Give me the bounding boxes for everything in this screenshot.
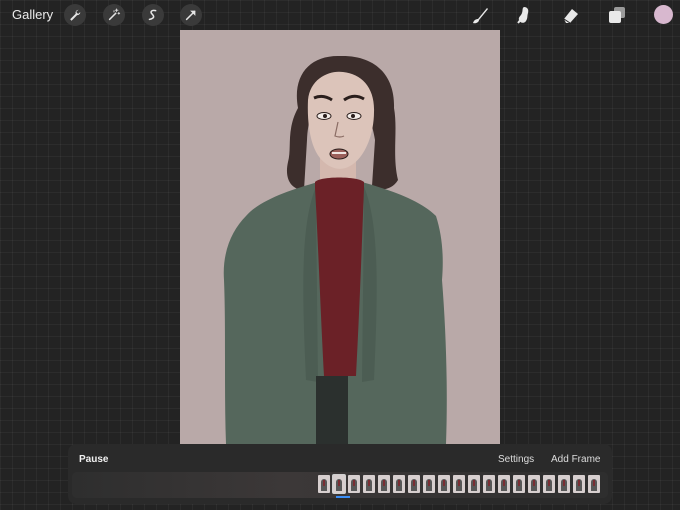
pause-button[interactable]: Pause — [79, 454, 108, 465]
frame-thumbnail[interactable] — [408, 475, 420, 493]
magic-wand-icon[interactable] — [103, 4, 125, 26]
frame-figure-preview — [516, 479, 522, 491]
smudge-icon[interactable] — [513, 4, 535, 26]
frame-thumbnail[interactable] — [573, 475, 585, 493]
frame-figure-preview — [456, 479, 462, 491]
frame-thumbnail[interactable] — [378, 475, 390, 493]
frame-figure-preview — [411, 479, 417, 491]
frame-thumbnail[interactable] — [543, 475, 555, 493]
frame-figure-preview — [426, 479, 432, 491]
frame-figure-preview — [591, 479, 597, 491]
color-picker-swatch[interactable] — [654, 5, 673, 24]
frame-figure-preview — [321, 479, 327, 491]
frame-thumbnail[interactable] — [483, 475, 495, 493]
frame-figure-preview — [561, 479, 567, 491]
frame-figure-preview — [441, 479, 447, 491]
frame-thumbnail[interactable] — [468, 475, 480, 493]
frame-figure-preview — [381, 479, 387, 491]
selection-icon[interactable] — [142, 4, 164, 26]
frame-thumbnail[interactable] — [513, 475, 525, 493]
frame-thumbnail[interactable] — [318, 475, 330, 493]
layers-icon[interactable] — [606, 4, 628, 26]
top-toolbar: Gallery — [0, 0, 680, 30]
frame-thumbnail[interactable] — [498, 475, 510, 493]
add-frame-button[interactable]: Add Frame — [551, 454, 600, 465]
artwork — [223, 55, 447, 444]
frame-thumbnail[interactable] — [558, 475, 570, 493]
settings-button[interactable]: Settings — [498, 454, 534, 465]
frame-thumbnail[interactable] — [348, 475, 360, 493]
frame-figure-preview — [546, 479, 552, 491]
frame-thumbnail[interactable] — [438, 475, 450, 493]
frame-figure-preview — [576, 479, 582, 491]
drawing-canvas[interactable] — [180, 30, 500, 444]
frame-figure-preview — [351, 479, 357, 491]
frame-figure-preview — [396, 479, 402, 491]
frame-thumbnail[interactable] — [363, 475, 375, 493]
frame-thumbnail[interactable] — [423, 475, 435, 493]
frame-figure-preview — [336, 479, 342, 491]
wrench-icon[interactable] — [64, 4, 86, 26]
frame-figure-preview — [486, 479, 492, 491]
frame-thumbnail[interactable] — [393, 475, 405, 493]
frame-thumbnail[interactable] — [333, 475, 345, 493]
frame-thumbnail[interactable] — [588, 475, 600, 493]
frame-figure-preview — [471, 479, 477, 491]
brush-icon[interactable] — [469, 4, 491, 26]
playhead-indicator — [336, 496, 350, 498]
gallery-button[interactable]: Gallery — [12, 7, 53, 22]
frame-thumbnail[interactable] — [453, 475, 465, 493]
frame-figure-preview — [531, 479, 537, 491]
eraser-icon[interactable] — [560, 4, 582, 26]
animation-assist-panel: Pause Settings Add Frame — [68, 444, 612, 504]
frame-timeline[interactable] — [72, 472, 608, 498]
frame-figure-preview — [366, 479, 372, 491]
frame-figure-preview — [501, 479, 507, 491]
frame-thumbnail[interactable] — [528, 475, 540, 493]
transform-arrow-icon[interactable] — [180, 4, 202, 26]
